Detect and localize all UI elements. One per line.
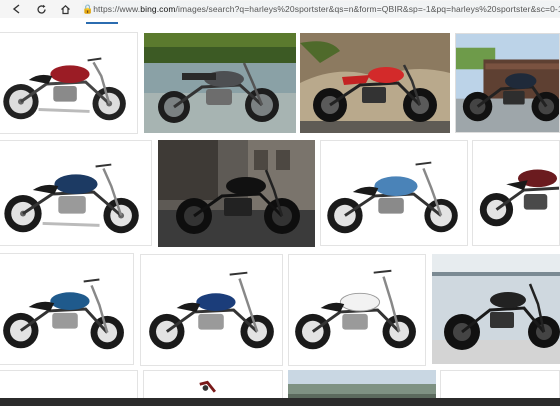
motorcycle-image bbox=[479, 169, 559, 227]
motorcycle-image bbox=[295, 269, 416, 350]
motorcycle-image bbox=[158, 140, 315, 247]
image-result-black-custom[interactable] bbox=[432, 254, 560, 364]
image-result-dark-sportster[interactable] bbox=[455, 33, 560, 133]
motorcycle-image bbox=[144, 33, 296, 133]
bottom-strip bbox=[0, 398, 560, 406]
browser-toolbar: 🔒 https://www.bing.com/images/search?q=h… bbox=[0, 0, 560, 18]
home-icon[interactable] bbox=[58, 0, 72, 18]
motorcycle-image bbox=[432, 254, 560, 364]
lock-icon: 🔒 bbox=[82, 3, 94, 14]
image-result-red-sportster-partial[interactable] bbox=[472, 140, 560, 246]
url-text: https://www.bing.com/images/search?q=har… bbox=[93, 4, 560, 14]
address-bar[interactable]: 🔒 https://www.bing.com/images/search?q=h… bbox=[82, 1, 560, 17]
image-result-red-sportster[interactable] bbox=[0, 32, 138, 134]
reload-icon[interactable] bbox=[34, 0, 48, 18]
motorcycle-image bbox=[3, 278, 124, 350]
motorcycle-image bbox=[327, 161, 458, 234]
image-result-red-cafe-racer[interactable] bbox=[300, 33, 450, 133]
motorcycle-image bbox=[3, 57, 126, 121]
image-result-blue-sportster-2[interactable] bbox=[0, 253, 134, 365]
motorcycle-image bbox=[456, 34, 559, 132]
image-result-blue-sportster[interactable] bbox=[0, 140, 152, 246]
image-result-gray-scrambler[interactable] bbox=[144, 33, 296, 133]
image-result-black-sportster-street[interactable] bbox=[158, 140, 315, 247]
back-icon[interactable] bbox=[10, 0, 24, 18]
active-tab-indicator bbox=[86, 22, 118, 24]
image-result-white-sportster[interactable] bbox=[288, 254, 426, 366]
motorcycle-image bbox=[300, 33, 450, 133]
motorcycle-image bbox=[4, 163, 139, 234]
motorcycle-image bbox=[149, 271, 274, 350]
image-result-blue-sportster-3[interactable] bbox=[140, 254, 283, 366]
image-result-blue-sportster-light[interactable] bbox=[320, 140, 468, 246]
